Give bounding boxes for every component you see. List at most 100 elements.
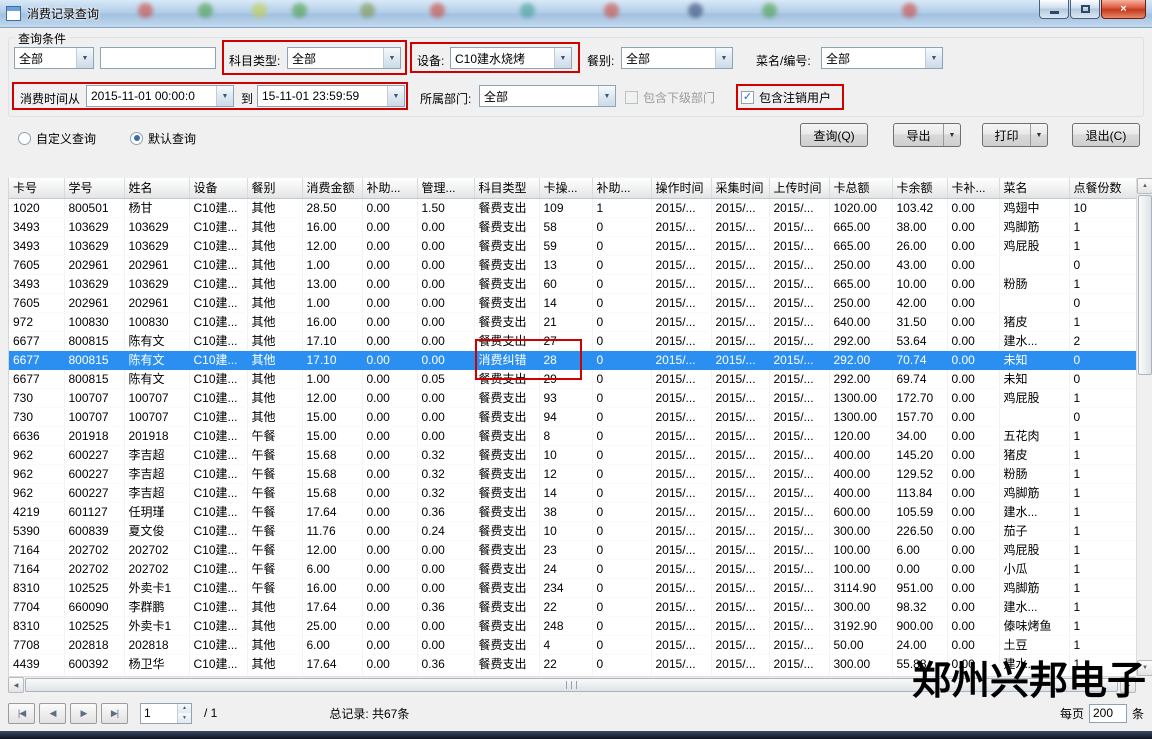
column-header[interactable]: 卡余额 (892, 178, 947, 198)
page-number-input[interactable] (141, 704, 177, 723)
table-cell: 2015/... (769, 483, 829, 502)
table-row[interactable]: 4219601127任玥瑾C10建...午餐17.640.000.36餐费支出3… (9, 502, 1136, 521)
first-page-button[interactable]: |◀ (8, 703, 35, 724)
table-cell: C10建... (189, 521, 247, 540)
column-header[interactable]: 设备 (189, 178, 247, 198)
column-header[interactable]: 卡操... (539, 178, 592, 198)
table-cell: 0 (592, 312, 651, 331)
table-row[interactable]: 730100707100707C10建...其他12.000.000.00餐费支… (9, 388, 1136, 407)
column-header[interactable]: 科目类型 (474, 178, 539, 198)
table-cell: 103629 (64, 236, 124, 255)
table-row[interactable]: 7164202702202702C10建...午餐6.000.000.00餐费支… (9, 559, 1136, 578)
column-header[interactable]: 上传时间 (769, 178, 829, 198)
table-cell: 0 (592, 350, 651, 369)
print-dropdown-icon[interactable]: ▼ (1030, 124, 1047, 146)
left-filter-combo[interactable]: 全部 ▼ (14, 47, 94, 69)
table-cell: 粉肠 (999, 274, 1069, 293)
table-row[interactable]: 3493103629103629C10建...其他12.000.000.00餐费… (9, 236, 1136, 255)
department-combo[interactable]: 全部 ▼ (479, 85, 616, 107)
filter-text-input[interactable] (100, 47, 216, 69)
print-button[interactable]: 打印 ▼ (982, 123, 1048, 147)
column-header[interactable]: 操作时间 (651, 178, 711, 198)
custom-query-radio[interactable]: 自定义查询 (18, 130, 96, 146)
table-cell: 0.00 (362, 654, 417, 673)
vertical-scroll-thumb[interactable] (1138, 195, 1152, 375)
table-cell: 15.68 (302, 483, 362, 502)
column-header[interactable]: 点餐份数 (1069, 178, 1136, 198)
table-cell: 餐费支出 (474, 521, 539, 540)
table-cell: C10建... (189, 407, 247, 426)
minimize-button[interactable] (1039, 0, 1069, 19)
table-cell: 6677 (9, 350, 64, 369)
table-row[interactable]: 3493103629103629C10建...其他13.000.000.00餐费… (9, 274, 1136, 293)
per-page-input[interactable] (1089, 704, 1127, 723)
last-page-button[interactable]: ▶| (101, 703, 128, 724)
table-row[interactable]: 5390600839夏文俊C10建...午餐11.760.000.24餐费支出1… (9, 521, 1136, 540)
print-button-label[interactable]: 打印 (983, 124, 1030, 146)
table-cell: C10建... (189, 578, 247, 597)
table-row[interactable]: 8310102525外卖卡1C10建...午餐16.000.000.00餐费支出… (9, 578, 1136, 597)
column-header[interactable]: 菜名 (999, 178, 1069, 198)
table-row[interactable]: 3493103629103629C10建...其他16.000.000.00餐费… (9, 217, 1136, 236)
exit-button[interactable]: 退出(C) (1072, 123, 1140, 147)
scroll-left-icon[interactable]: ◀ (8, 677, 24, 693)
table-cell: 600227 (64, 464, 124, 483)
default-query-radio[interactable]: 默认查询 (130, 130, 196, 146)
table-cell: 餐费支出 (474, 255, 539, 274)
table-cell: 900.00 (892, 616, 947, 635)
table-row[interactable]: 1020800501杨甘C10建...其他28.500.001.50餐费支出10… (9, 198, 1136, 217)
table-row[interactable]: 730100707100707C10建...其他15.000.000.00餐费支… (9, 407, 1136, 426)
table-cell: 鸡屁股 (999, 388, 1069, 407)
next-page-button[interactable]: ▶ (70, 703, 97, 724)
table-row[interactable]: 972100830100830C10建...其他16.000.000.00餐费支… (9, 312, 1136, 331)
query-button[interactable]: 查询(Q) (800, 123, 868, 147)
spinner-arrows[interactable]: ▲ ▼ (177, 704, 191, 723)
table-row[interactable]: 962600227李吉超C10建...午餐15.680.000.32餐费支出14… (9, 483, 1136, 502)
table-row[interactable]: 962600227李吉超C10建...午餐15.680.000.32餐费支出12… (9, 464, 1136, 483)
table-row[interactable]: 7164202702202702C10建...午餐12.000.000.00餐费… (9, 540, 1136, 559)
table-row[interactable]: 8310102525外卖卡1C10建...其他25.000.000.00餐费支出… (9, 616, 1136, 635)
scroll-up-icon[interactable]: ▲ (1137, 178, 1152, 194)
column-header[interactable]: 卡总额 (829, 178, 892, 198)
meal-type-combo[interactable]: 全部 ▼ (621, 47, 733, 69)
column-header[interactable]: 补助... (592, 178, 651, 198)
chevron-down-icon[interactable]: ▼ (598, 86, 615, 106)
dish-name-combo[interactable]: 全部 ▼ (821, 47, 943, 69)
column-header[interactable]: 消费金额 (302, 178, 362, 198)
table-row[interactable]: 7704660090李群鹏C10建...其他17.640.000.36餐费支出2… (9, 597, 1136, 616)
maximize-button[interactable] (1070, 0, 1100, 19)
chevron-down-icon[interactable]: ▼ (925, 48, 942, 68)
column-header[interactable]: 采集时间 (711, 178, 769, 198)
vertical-scrollbar[interactable]: ▲ ▼ (1136, 178, 1152, 676)
column-header[interactable]: 卡补... (947, 178, 999, 198)
chevron-down-icon[interactable]: ▼ (715, 48, 732, 68)
table-cell: 2015/... (651, 350, 711, 369)
column-header[interactable]: 姓名 (124, 178, 189, 198)
table-cell: 6.00 (892, 540, 947, 559)
spin-up-icon[interactable]: ▲ (178, 704, 191, 714)
export-button[interactable]: 导出 ▼ (893, 123, 961, 147)
column-header[interactable]: 学号 (64, 178, 124, 198)
close-button[interactable]: × (1101, 0, 1146, 19)
table-cell: 0.00 (947, 559, 999, 578)
page-number-spinner[interactable]: ▲ ▼ (140, 703, 192, 724)
table-cell: 17.10 (302, 331, 362, 350)
export-button-label[interactable]: 导出 (894, 124, 943, 146)
table-row[interactable]: 7605202961202961C10建...其他1.000.000.00餐费支… (9, 255, 1136, 274)
column-header[interactable]: 补助... (362, 178, 417, 198)
column-header[interactable]: 餐别 (247, 178, 302, 198)
export-dropdown-icon[interactable]: ▼ (943, 124, 960, 146)
table-cell: 2 (1069, 331, 1136, 350)
table-row[interactable]: 6636201918201918C10建...午餐15.000.000.00餐费… (9, 426, 1136, 445)
prev-page-button[interactable]: ◀ (39, 703, 66, 724)
spin-down-icon[interactable]: ▼ (178, 713, 191, 723)
table-cell: 6.00 (302, 635, 362, 654)
table-row[interactable]: 7605202961202961C10建...其他1.000.000.00餐费支… (9, 293, 1136, 312)
table-cell: 5390 (9, 521, 64, 540)
table-cell: 1 (1069, 559, 1136, 578)
column-header[interactable]: 卡号 (9, 178, 64, 198)
table-row[interactable]: 962600227李吉超C10建...午餐15.680.000.32餐费支出10… (9, 445, 1136, 464)
chevron-down-icon[interactable]: ▼ (76, 48, 93, 68)
column-header[interactable]: 管理... (417, 178, 474, 198)
table-cell: 951.00 (892, 578, 947, 597)
